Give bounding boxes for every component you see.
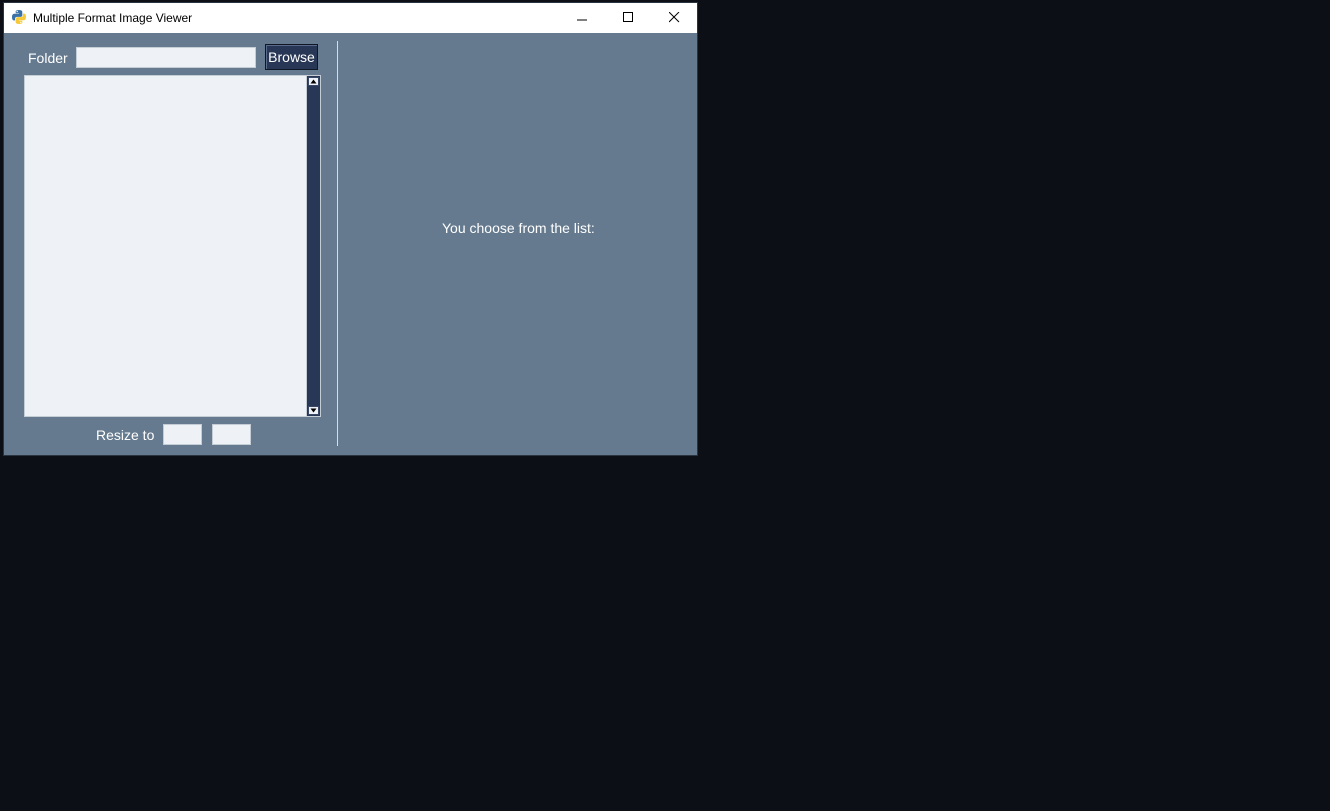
arrow-down-icon [310,408,317,413]
app-window: Multiple Format Image Viewer Folder Brow… [4,3,697,455]
file-list[interactable] [24,75,321,417]
folder-input[interactable] [76,47,256,68]
resize-width-input[interactable] [163,424,202,445]
browse-button[interactable]: Browse [265,44,318,70]
scroll-up-button[interactable] [308,77,319,86]
maximize-icon [623,12,633,22]
minimize-button[interactable] [559,3,605,33]
scroll-down-button[interactable] [308,406,319,415]
arrow-up-icon [310,79,317,84]
folder-label: Folder [28,50,68,66]
python-icon [11,9,27,25]
resize-height-input[interactable] [212,424,251,445]
vertical-separator [337,41,338,446]
close-icon [669,12,680,23]
selection-status-text: You choose from the list: [442,220,595,236]
window-title: Multiple Format Image Viewer [33,11,193,25]
title-bar[interactable]: Multiple Format Image Viewer [4,3,697,33]
file-list-scrollbar[interactable] [306,76,320,416]
maximize-button[interactable] [605,3,651,33]
close-button[interactable] [651,3,697,33]
resize-label: Resize to [96,427,155,443]
minimize-icon [577,19,587,21]
